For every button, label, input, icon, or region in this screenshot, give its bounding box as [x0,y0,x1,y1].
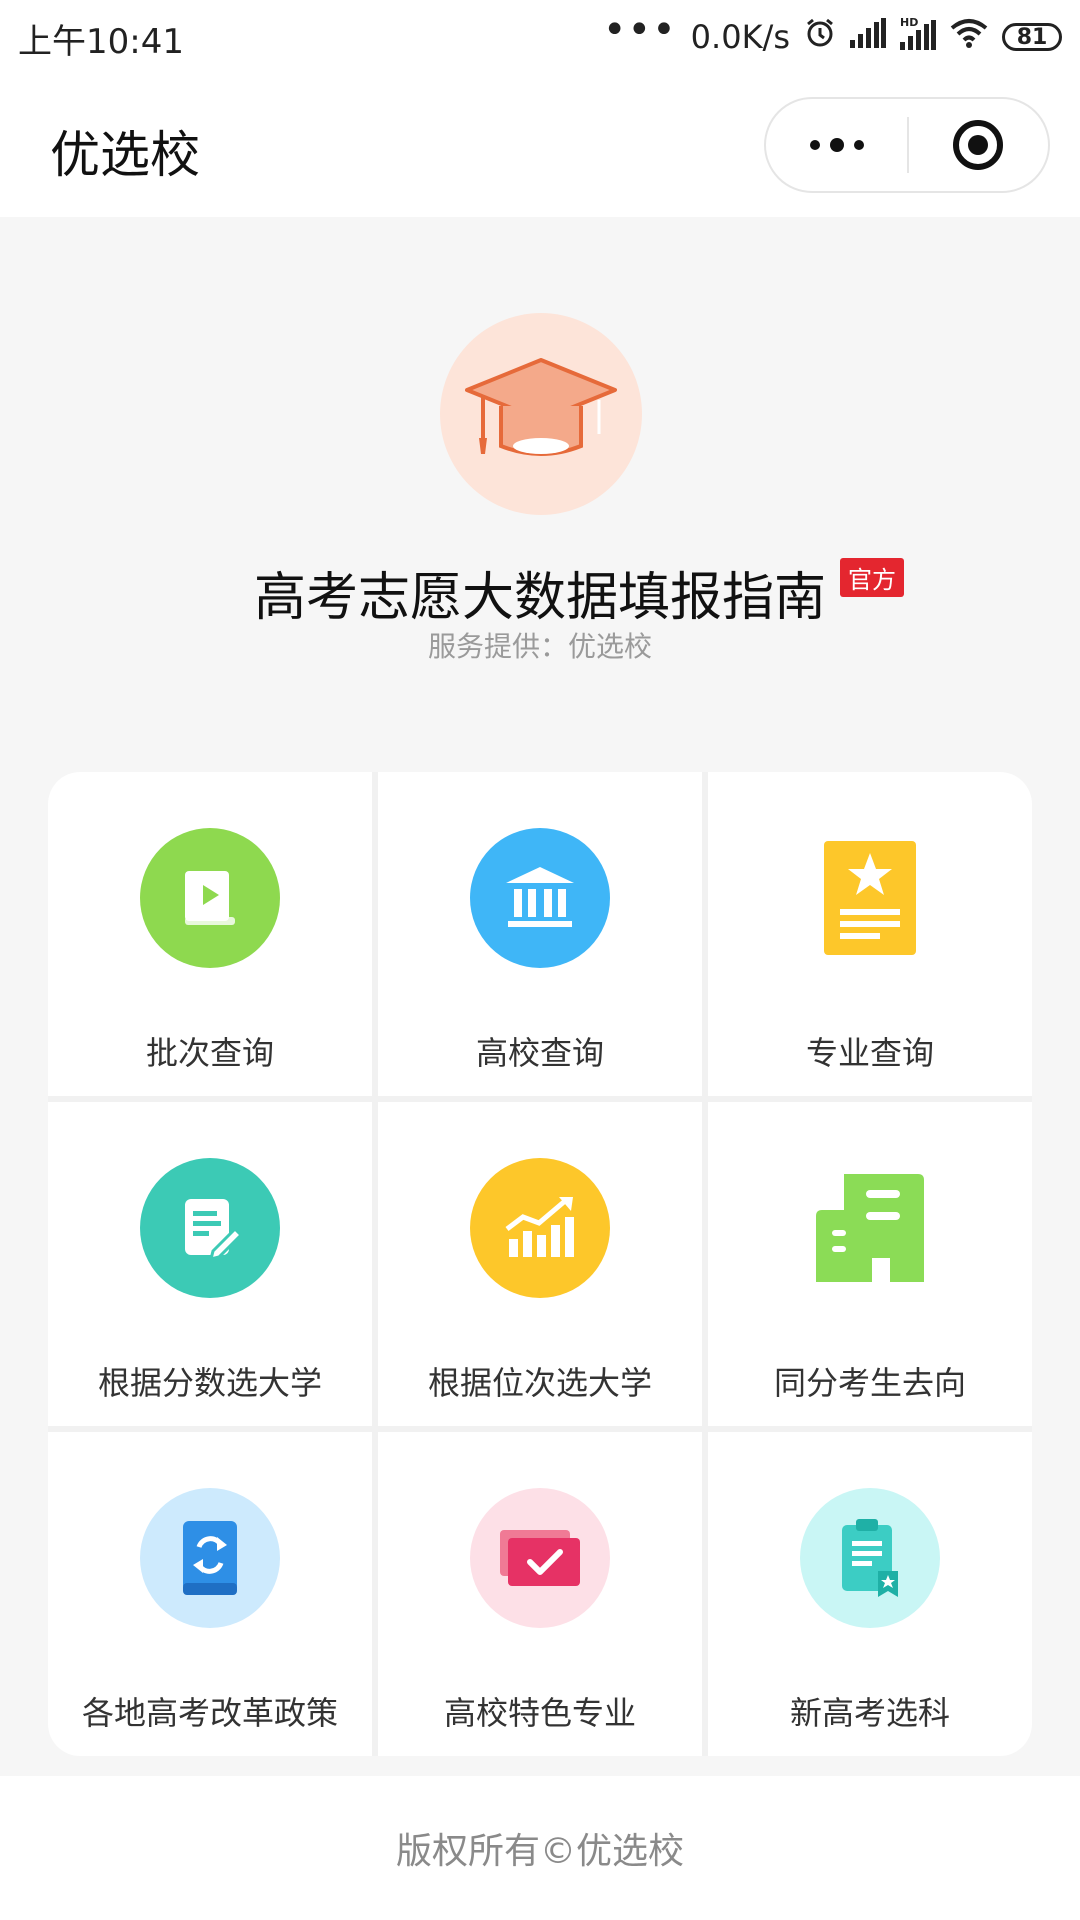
hero-title-text: 高考志愿大数据填报指南 [253,568,826,628]
nav-bar: 优选校 [0,75,1080,217]
university-building-icon [470,828,610,968]
grid-item-label: 高校特色专业 [443,1694,636,1732]
feature-grid: 批次查询 高校查询 专业查询 根据分数选大学 根据位次选大学 同分考生去向 各地… [48,772,1032,1756]
status-icons: ••• 0.0K/s HD 81 [602,7,1062,62]
page-title: 优选校 [50,126,200,184]
more-notifications-icon: ••• [602,7,677,53]
edit-document-icon [140,1158,280,1298]
grid-item-label: 根据位次选大学 [427,1364,652,1402]
battery-icon: 81 [1002,23,1062,51]
close-target-icon [953,120,1004,170]
graduation-cap-logo [440,313,642,515]
status-time: 上午10:41 [18,22,184,62]
more-dots-icon [809,138,864,152]
grid-item-same-score[interactable]: 同分考生去向 [708,1102,1032,1426]
network-speed: 0.0K/s [690,18,790,56]
grid-item-label: 高校查询 [475,1034,604,1072]
clipboard-star-icon [800,1488,940,1628]
grid-item-subject-selection[interactable]: 新高考选科 [708,1432,1032,1756]
building-icon [800,1158,940,1298]
grid-item-label: 根据分数选大学 [97,1364,322,1402]
refresh-book-icon [140,1488,280,1628]
grid-item-batch-query[interactable]: 批次查询 [48,772,372,1096]
wifi-icon [950,18,988,56]
grid-item-featured-majors[interactable]: 高校特色专业 [378,1432,702,1756]
battery-level: 81 [1016,24,1048,50]
checkmark-card-icon [470,1488,610,1628]
official-badge: 官方 [840,558,904,597]
status-bar: 上午10:41 ••• 0.0K/s HD 81 [0,0,1080,75]
book-play-icon [140,828,280,968]
signal-icon [850,18,886,56]
hero-title: 高考志愿大数据填报指南 [0,555,1080,630]
copyright-text: 版权所有©优选校 [395,1831,684,1872]
mini-program-capsule [764,97,1050,193]
star-document-icon [800,828,940,968]
hero-subtitle: 服务提供：优选校 [427,630,652,663]
grid-item-major-query[interactable]: 专业查询 [708,772,1032,1096]
grid-item-label: 专业查询 [805,1034,934,1072]
grid-item-rank-select[interactable]: 根据位次选大学 [378,1102,702,1426]
hd-signal-icon: HD [900,16,936,58]
grid-item-university-query[interactable]: 高校查询 [378,772,702,1096]
grid-item-label: 同分考生去向 [773,1364,966,1402]
grid-item-label: 各地高考改革政策 [81,1694,338,1732]
footer: 版权所有©优选校 [0,1776,1080,1920]
grid-item-score-select[interactable]: 根据分数选大学 [48,1102,372,1426]
svg-text:HD: HD [900,16,918,29]
close-button[interactable] [909,99,1048,191]
grid-item-label: 批次查询 [145,1034,274,1072]
grid-item-label: 新高考选科 [789,1694,950,1732]
alarm-icon [804,17,836,57]
grid-item-reform-policy[interactable]: 各地高考改革政策 [48,1432,372,1756]
trend-chart-icon [470,1158,610,1298]
graduation-cap-icon [465,358,617,456]
more-button[interactable] [766,99,907,191]
